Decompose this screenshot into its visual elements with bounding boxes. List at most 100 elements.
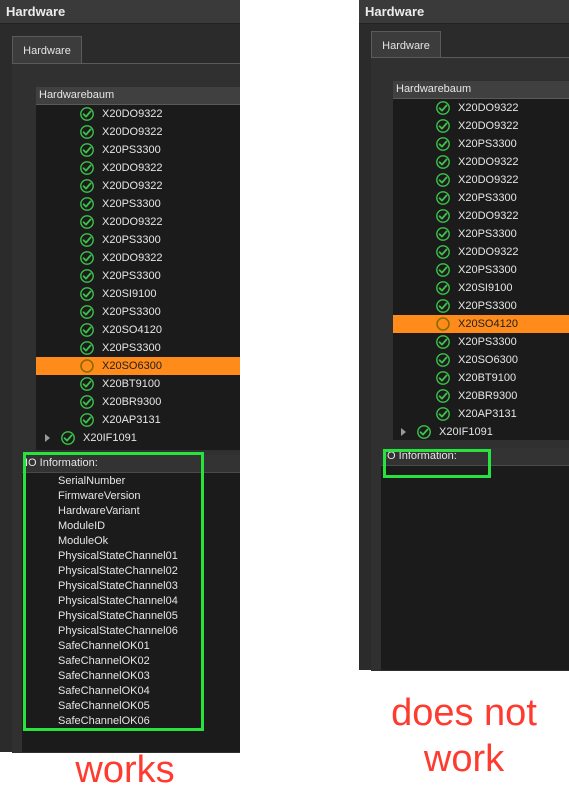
right-tree-item[interactable]: X20DO9322 — [393, 243, 569, 261]
left-tree-item[interactable]: X20DO9322 — [36, 213, 240, 231]
left-tree-item[interactable]: X20DO9322 — [36, 105, 240, 123]
green-checkmark-circle-icon — [80, 125, 94, 139]
right-tree-item-label: X20SI9100 — [458, 282, 513, 294]
left-tree-item[interactable]: X20DO9322 — [36, 123, 240, 141]
right-tree-item[interactable]: X20DO9322 — [393, 153, 569, 171]
right-tree-item-label: X20DO9322 — [458, 102, 519, 114]
left-tree-item[interactable]: X20AP3131 — [36, 411, 240, 429]
green-checkmark-circle-icon — [80, 287, 94, 301]
right-tree-item-label: X20BR9300 — [458, 390, 518, 402]
right-tree-item[interactable]: X20SI9100 — [393, 279, 569, 297]
triangle-right-icon[interactable] — [45, 434, 50, 442]
right-tree-item[interactable]: X20PS3300 — [393, 135, 569, 153]
right-tab-hardware[interactable]: Hardware — [371, 31, 441, 59]
left-tree-item[interactable]: X20PS3300 — [36, 267, 240, 285]
right-hardware-window: Hardware Hardware Hardwarebaum X20DO9322… — [359, 0, 569, 671]
green-checkmark-circle-icon — [436, 191, 450, 205]
left-tree-item-label: X20SI9100 — [102, 288, 157, 300]
left-tree-item[interactable]: X20DO9322 — [36, 249, 240, 267]
green-checkmark-circle-icon — [436, 245, 450, 259]
green-checkmark-circle-icon — [80, 107, 94, 121]
green-checkmark-circle-icon — [436, 263, 450, 277]
works-caption: works — [75, 749, 175, 791]
right-io-information-panel[interactable]: IO Information: — [381, 448, 569, 670]
left-tab-hardware[interactable]: Hardware — [12, 36, 82, 64]
green-checkmark-circle-icon — [80, 197, 94, 211]
left-io-highlight-box — [23, 452, 204, 731]
right-tree-item[interactable]: X20PS3300 — [393, 189, 569, 207]
right-tree-item-label: X20AP3131 — [458, 408, 517, 420]
right-tree-item[interactable]: X20BR9300 — [393, 387, 569, 405]
green-checkmark-circle-icon — [80, 323, 94, 337]
left-tree-item-label: X20PS3300 — [102, 234, 161, 246]
green-checkmark-circle-icon — [436, 101, 450, 115]
right-tree-item[interactable]: X20SO4120 — [393, 315, 569, 333]
left-tree-header: Hardwarebaum — [36, 87, 240, 105]
does-not-work-caption: does not work — [391, 692, 537, 780]
left-tree-item[interactable]: X20PS3300 — [36, 195, 240, 213]
right-tree-item-label: X20SO4120 — [458, 318, 518, 330]
left-tree-item-label: X20DO9322 — [102, 108, 163, 120]
right-tree-header: Hardwarebaum — [393, 81, 569, 99]
left-tree-parent-node[interactable]: X20IF1091 — [36, 429, 240, 447]
green-checkmark-circle-icon — [80, 143, 94, 157]
green-checkmark-circle-icon — [436, 299, 450, 313]
left-tree-item[interactable]: X20SI9100 — [36, 285, 240, 303]
green-checkmark-circle-icon — [80, 395, 94, 409]
right-tree-item-label: X20SO6300 — [458, 354, 518, 366]
green-checkmark-circle-icon — [61, 431, 75, 445]
left-tree-item[interactable]: X20BR9300 — [36, 393, 240, 411]
right-hardware-tree[interactable]: Hardwarebaum X20DO9322 X20DO9322 X20PS3300… — [393, 81, 569, 440]
right-tree-item[interactable]: X20DO9322 — [393, 99, 569, 117]
green-checkmark-circle-icon — [436, 227, 450, 241]
left-tree-item-label: X20DO9322 — [102, 126, 163, 138]
left-tree-item-label: X20DO9322 — [102, 216, 163, 228]
triangle-right-icon[interactable] — [401, 428, 406, 436]
left-tree-item[interactable]: X20DO9322 — [36, 177, 240, 195]
right-io-highlight-box — [383, 449, 491, 478]
right-tree-item[interactable]: X20PS3300 — [393, 261, 569, 279]
left-tree-item[interactable]: X20BT9100 — [36, 375, 240, 393]
left-tree-item[interactable]: X20PS3300 — [36, 303, 240, 321]
green-checkmark-circle-icon — [436, 353, 450, 367]
left-hardware-tree[interactable]: Hardwarebaum X20DO9322 X20DO9322 X20PS3300… — [36, 87, 240, 450]
green-checkmark-circle-icon — [80, 269, 94, 283]
right-tree-item[interactable]: X20DO9322 — [393, 117, 569, 135]
left-tree-item[interactable]: X20PS3300 — [36, 231, 240, 249]
left-tree-item[interactable]: X20PS3300 — [36, 339, 240, 357]
left-window-title: Hardware — [0, 0, 240, 24]
green-checkmark-circle-icon — [436, 389, 450, 403]
green-checkmark-circle-icon — [80, 161, 94, 175]
left-tree-item-label: X20SO4120 — [102, 324, 162, 336]
left-tree-item-label: X20PS3300 — [102, 270, 161, 282]
right-tree-item[interactable]: X20PS3300 — [393, 225, 569, 243]
right-tree-item[interactable]: X20SO6300 — [393, 351, 569, 369]
right-tree-item-label: X20DO9322 — [458, 120, 519, 132]
green-checkmark-circle-icon — [436, 173, 450, 187]
right-window-title: Hardware — [359, 0, 569, 24]
right-tree-item-label: X20DO9322 — [458, 174, 519, 186]
right-tree-item[interactable]: X20DO9322 — [393, 207, 569, 225]
right-tree-item[interactable]: X20DO9322 — [393, 171, 569, 189]
right-tree-item-label: X20PS3300 — [458, 192, 517, 204]
left-tree-item-label: X20PS3300 — [102, 198, 161, 210]
left-tree-item[interactable]: X20SO6300 — [36, 357, 240, 375]
right-tree-item[interactable]: X20PS3300 — [393, 333, 569, 351]
left-tree-item[interactable]: X20PS3300 — [36, 141, 240, 159]
left-tree-item[interactable]: X20SO4120 — [36, 321, 240, 339]
green-checkmark-circle-icon — [80, 179, 94, 193]
right-tree-item-label: X20PS3300 — [458, 138, 517, 150]
right-tree-parent-node[interactable]: X20IF1091 — [393, 423, 569, 440]
right-tree-item[interactable]: X20PS3300 — [393, 297, 569, 315]
left-tree-item-label: X20BR9300 — [102, 396, 162, 408]
right-tree-item[interactable]: X20BT9100 — [393, 369, 569, 387]
left-tree-item-label: X20DO9322 — [102, 162, 163, 174]
left-tree-item-label: X20DO9322 — [102, 252, 163, 264]
right-tree-item[interactable]: X20AP3131 — [393, 405, 569, 423]
empty-circle-icon — [80, 359, 94, 373]
left-tree-parent-label: X20IF1091 — [83, 432, 137, 444]
green-checkmark-circle-icon — [80, 305, 94, 319]
left-tree-item[interactable]: X20DO9322 — [36, 159, 240, 177]
right-tree-item-label: X20PS3300 — [458, 228, 517, 240]
left-tree-item-label: X20DO9322 — [102, 180, 163, 192]
